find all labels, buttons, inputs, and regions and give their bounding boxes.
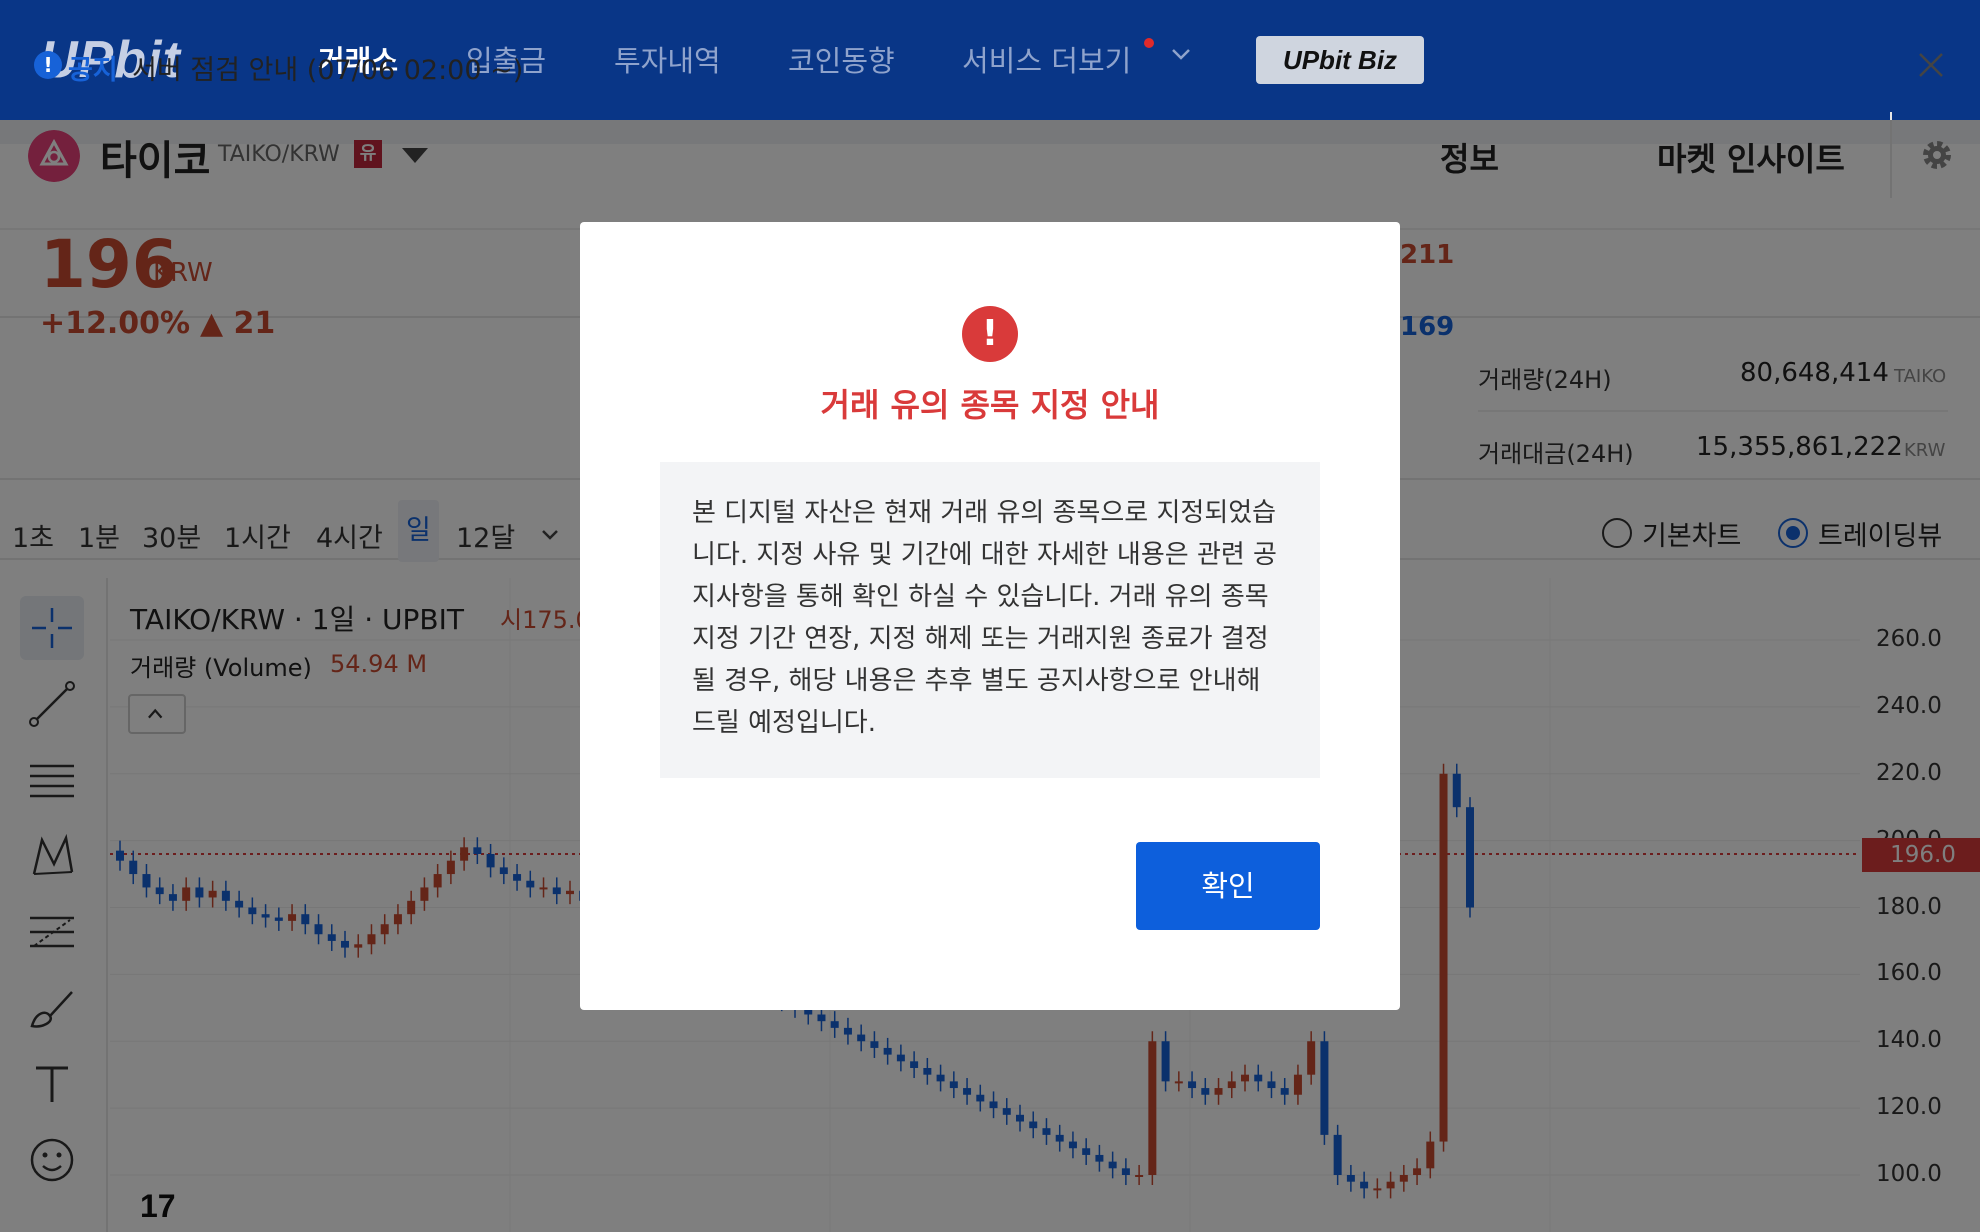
- nav-investments[interactable]: 투자내역: [614, 38, 721, 80]
- modal-body: 본 디지털 자산은 현재 거래 유의 종목으로 지정되었습니다. 지정 사유 및…: [660, 462, 1320, 778]
- nav-more-services[interactable]: 서비스 더보기: [962, 38, 1131, 80]
- confirm-button[interactable]: 확인: [1136, 842, 1320, 930]
- chevron-down-icon[interactable]: [1170, 46, 1192, 62]
- upbit-biz-button[interactable]: UPbit Biz: [1256, 36, 1424, 84]
- notice-label: 공지: [68, 55, 118, 86]
- new-dot-indicator: [1144, 38, 1154, 48]
- notice-text[interactable]: 서버 점검 안내 (07/06 02:00 ~): [132, 48, 523, 87]
- modal-title: 거래 유의 종목 지정 안내: [820, 386, 1160, 424]
- info-icon: !: [34, 51, 62, 79]
- close-icon[interactable]: [1916, 50, 1946, 80]
- caution-modal: ! 거래 유의 종목 지정 안내 본 디지털 자산은 현재 거래 유의 종목으로…: [580, 222, 1400, 1010]
- nav-coin-trends[interactable]: 코인동향: [788, 38, 895, 80]
- alert-icon: !: [962, 306, 1018, 362]
